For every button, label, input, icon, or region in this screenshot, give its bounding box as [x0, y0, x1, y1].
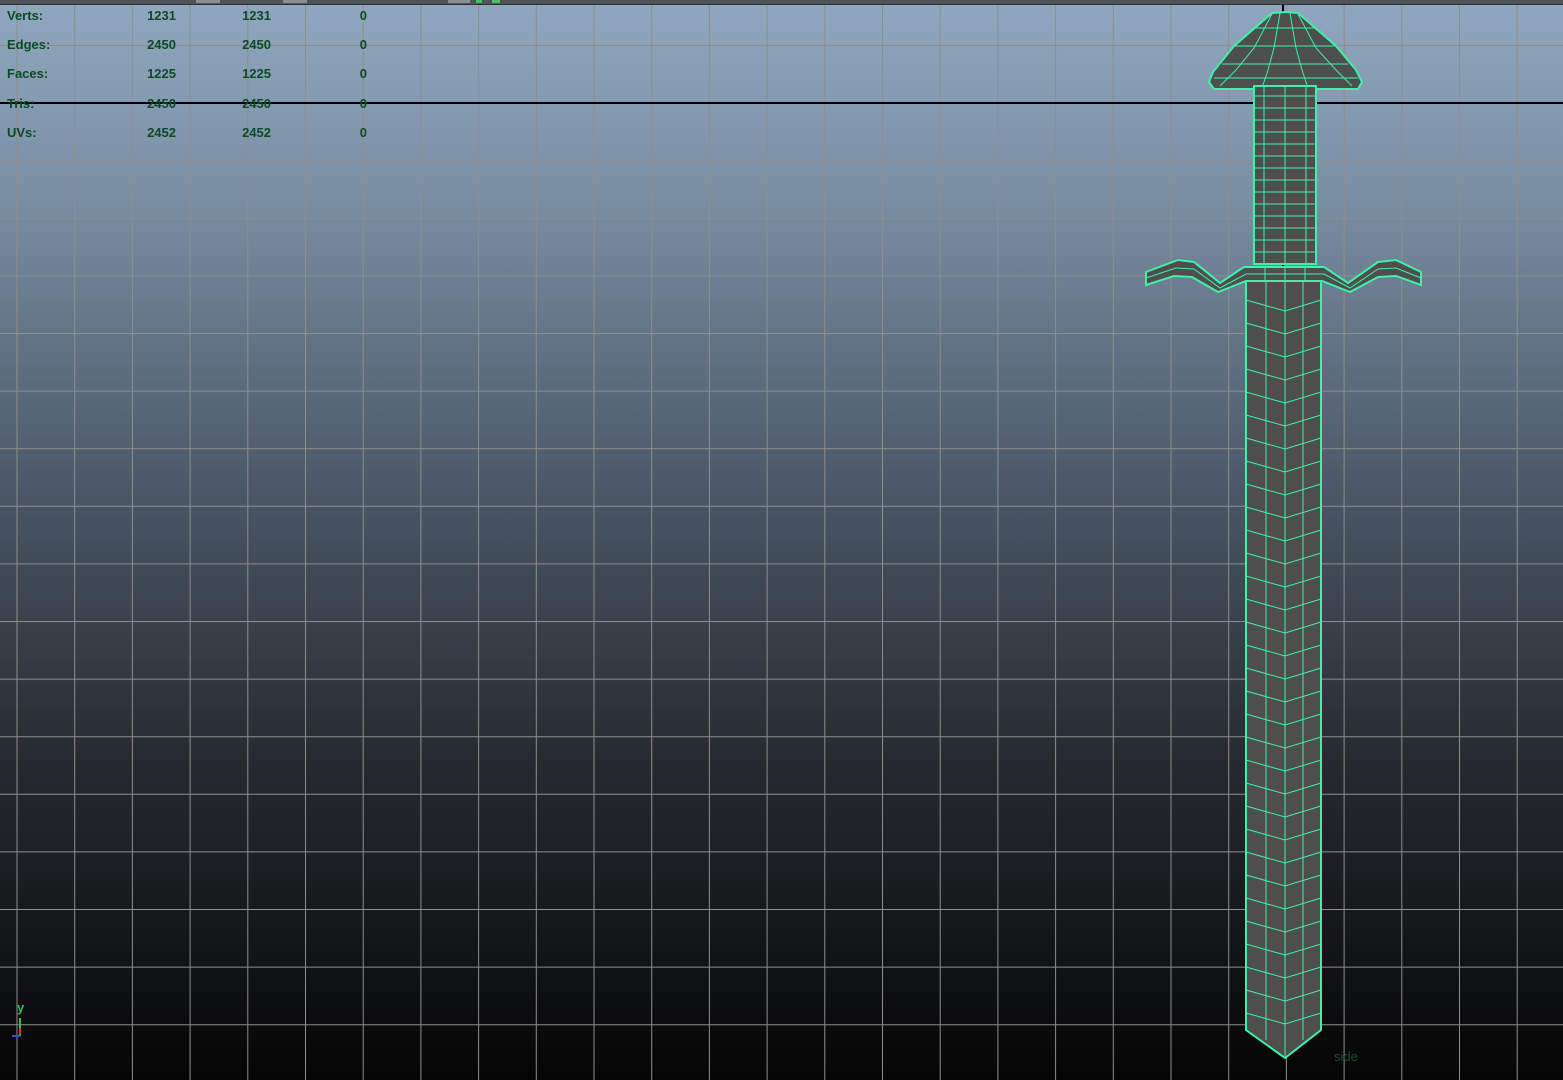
hud-row-verts: Verts: 1231 1231 0 — [0, 6, 400, 26]
hud-value: 1225 — [242, 66, 271, 81]
camera-name-label: side — [1334, 1049, 1358, 1064]
hud-row-uvs: UVs: 2452 2452 0 — [0, 123, 400, 143]
hud-value: 1225 — [147, 66, 176, 81]
hud-label: Edges: — [7, 37, 51, 52]
hud-value: 0 — [359, 8, 367, 23]
viewport-background — [0, 0, 1563, 1080]
viewport-canvas[interactable] — [0, 0, 1563, 1080]
toolbar-button[interactable] — [448, 0, 470, 3]
hud-label: Verts: — [7, 8, 44, 23]
hud-label: Tris: — [7, 96, 35, 111]
hud-value: 2452 — [242, 125, 271, 140]
hud-value: 0 — [359, 37, 367, 52]
toolbar-button[interactable] — [476, 0, 482, 3]
sword-blade — [1245, 280, 1322, 1060]
hud-value: 2450 — [242, 37, 271, 52]
hud-label: Faces: — [7, 66, 49, 81]
hud-value: 0 — [359, 96, 367, 111]
hud-value: 2450 — [242, 96, 271, 111]
hud-row-faces: Faces: 1225 1225 0 — [0, 64, 400, 84]
hud-row-tris: Tris: 2450 2450 0 — [0, 94, 400, 114]
perspective-viewport[interactable]: Verts: 1231 1231 0 Edges: 2450 2450 0 Fa… — [0, 0, 1563, 1080]
hud-value: 0 — [359, 66, 367, 81]
hud-value: 1231 — [147, 8, 176, 23]
hud-value: 2450 — [147, 37, 176, 52]
hud-value: 2452 — [147, 125, 176, 140]
poly-count-hud: Verts: 1231 1231 0 Edges: 2450 2450 0 Fa… — [0, 0, 400, 150]
axis-gizmo: y — [10, 1000, 40, 1050]
axis-gizmo-icon — [12, 1018, 21, 1037]
hud-value: 1231 — [242, 8, 271, 23]
hud-value: 0 — [359, 125, 367, 140]
hud-label: UVs: — [7, 125, 37, 140]
hud-row-edges: Edges: 2450 2450 0 — [0, 35, 400, 55]
hud-value: 2450 — [147, 96, 176, 111]
toolbar-button[interactable] — [492, 0, 500, 3]
